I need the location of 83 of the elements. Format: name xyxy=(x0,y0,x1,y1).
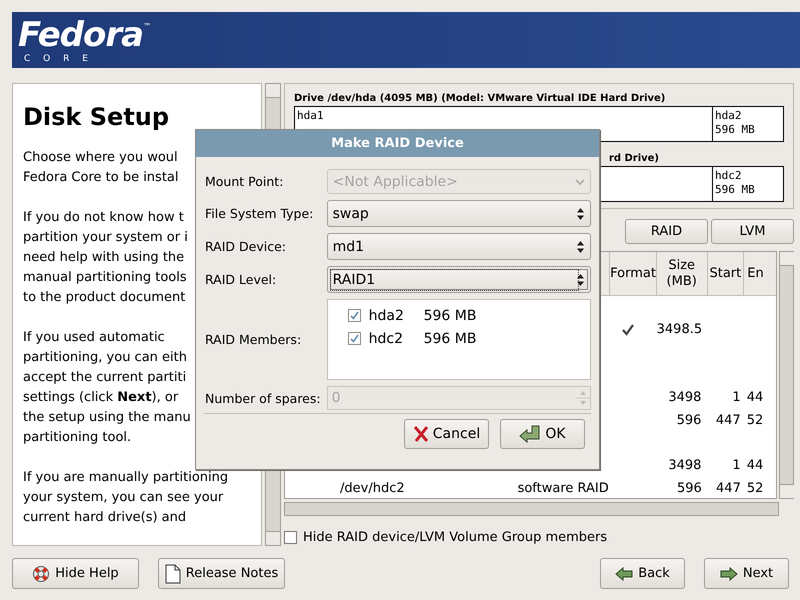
field-label: Number of spares: xyxy=(205,390,321,406)
logo-subtitle: C O R E xyxy=(24,54,91,64)
field-label: RAID Level: xyxy=(205,272,278,287)
help-text: the setup using the manu xyxy=(23,409,191,427)
checkbox[interactable] xyxy=(348,309,361,322)
help-text: current hard drive(s) and xyxy=(23,509,186,527)
up-down-arrow-icon xyxy=(576,272,585,286)
table-cell-text: 3498 xyxy=(667,390,702,406)
help-text: need help with using the xyxy=(23,249,184,267)
drive-title: rd Drive) xyxy=(608,153,659,164)
checkbox-label: Hide RAID device/LVM Volume Group members xyxy=(303,530,608,545)
right-arrow-icon xyxy=(720,566,738,580)
table-cell: /dev/hdc2 xyxy=(340,480,405,496)
partition-label: hdc2 xyxy=(715,169,742,182)
help-text: If you do not know how t xyxy=(23,209,184,227)
field-label: RAID Device: xyxy=(205,239,287,254)
help-text: partitioning tool. xyxy=(23,429,132,447)
partition-label: hda1 xyxy=(297,109,324,122)
table-cell-text: 1 xyxy=(731,390,741,406)
field-label: Mount Point: xyxy=(205,174,284,189)
scrollbar[interactable] xyxy=(779,251,794,499)
table-cell-text: 447 xyxy=(715,480,741,496)
help-text: to the product document xyxy=(23,289,186,307)
dropdown[interactable]: md1 xyxy=(326,233,591,260)
trademark: ™ xyxy=(143,22,152,31)
partition-label: hda2 xyxy=(715,109,742,122)
help-text: accept the current partiti xyxy=(23,369,186,387)
table-cell: 44 xyxy=(746,458,764,473)
help-title: Disk Setup xyxy=(23,102,170,132)
logo-text: Fedora xyxy=(18,16,144,54)
column-header[interactable]: En xyxy=(747,266,764,282)
field-label: RAID Members: xyxy=(205,332,302,347)
table-cell-text: 1 xyxy=(731,458,741,473)
footer-button[interactable]: Release Notes xyxy=(158,558,285,589)
table-cell: software RAID xyxy=(518,480,609,496)
member-name: hdc2 xyxy=(368,330,404,346)
partition-size: 596 MB xyxy=(715,123,755,136)
dialog-title: Make RAID Device xyxy=(331,136,464,151)
dropdown[interactable]: RAID1 xyxy=(326,266,591,293)
page-icon xyxy=(164,564,181,584)
table-cell: 3498.5 xyxy=(656,322,702,338)
help-text: If you are manually partitioning xyxy=(23,469,228,487)
cross-icon xyxy=(412,425,429,443)
action-button[interactable]: LVM xyxy=(711,219,794,244)
column-header[interactable]: Size (MB) xyxy=(660,258,704,290)
table-cell-text: 3498 xyxy=(667,458,702,473)
table-cell: 52 xyxy=(746,412,764,428)
table-cell-text: 596 xyxy=(676,412,702,428)
help-text: partition your system or i xyxy=(23,229,188,247)
left-arrow-icon xyxy=(615,566,634,580)
checkbox[interactable] xyxy=(348,332,361,345)
help-text: If you used automatic xyxy=(23,329,165,347)
column-header[interactable]: Format xyxy=(610,266,656,282)
horizontal-scrollbar[interactable] xyxy=(284,502,779,516)
dialog-button[interactable]: OK xyxy=(500,419,585,449)
return-arrow-icon xyxy=(519,425,542,443)
help-text: manual partitioning tools xyxy=(23,269,187,287)
column-header[interactable]: Start xyxy=(709,266,742,282)
dropdown[interactable]: swap xyxy=(326,200,591,227)
help-text: partitioning, you can eith xyxy=(23,349,187,367)
help-text: your system, you can see your xyxy=(23,489,224,507)
member-size: 596 MB xyxy=(424,308,476,324)
table-cell: 44 xyxy=(746,390,764,406)
member-size: 596 MB xyxy=(424,330,476,346)
field-label: File System Type: xyxy=(205,206,314,221)
up-down-arrow-icon xyxy=(576,206,585,220)
lifebuoy-icon xyxy=(32,564,50,582)
footer-button[interactable]: Hide Help xyxy=(12,558,139,589)
dialog-button[interactable]: Cancel xyxy=(404,419,489,449)
help-text: Choose where you woul xyxy=(23,149,178,167)
drive-title: Drive /dev/hda (4095 MB) (Model: VMware Virtual IDE Hard Drive) xyxy=(294,93,666,104)
table-cell: 52 xyxy=(746,480,764,496)
checkbox[interactable] xyxy=(284,531,297,544)
up-down-arrow-icon xyxy=(576,240,585,254)
action-button[interactable]: RAID xyxy=(625,219,708,244)
table-cell-text: 596 xyxy=(676,480,702,496)
help-text: Fedora Core to be instal xyxy=(23,169,178,187)
partition-size: 596 MB xyxy=(715,183,755,196)
table-cell-text: 447 xyxy=(714,412,741,428)
footer-button[interactable]: Back xyxy=(600,558,685,589)
help-text: settings (click Next), or xyxy=(23,389,178,407)
member-name: hda2 xyxy=(368,308,405,324)
footer-button[interactable]: Next xyxy=(704,558,789,589)
